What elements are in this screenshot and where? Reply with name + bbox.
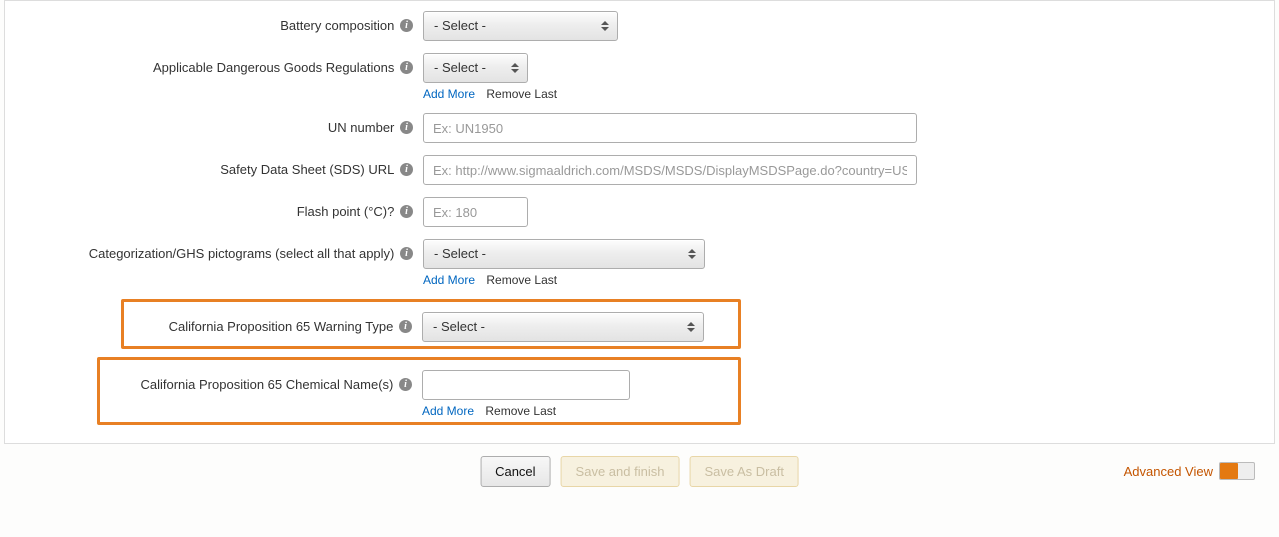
- highlight-prop65-chemical: California Proposition 65 Chemical Name(…: [97, 357, 741, 425]
- info-icon[interactable]: i: [400, 121, 413, 134]
- input-sds-url[interactable]: [423, 155, 917, 185]
- add-more-link[interactable]: Add More: [423, 273, 475, 287]
- sort-arrows-icon: [688, 249, 696, 259]
- input-prop65-chemical[interactable]: [422, 370, 630, 400]
- sort-arrows-icon: [687, 322, 695, 332]
- remove-last-link[interactable]: Remove Last: [486, 87, 557, 101]
- select-prop65-warning[interactable]: - Select -: [422, 312, 704, 342]
- remove-last-link[interactable]: Remove Last: [485, 404, 556, 418]
- select-battery-composition[interactable]: - Select -: [423, 11, 618, 41]
- row-prop65-chemical: California Proposition 65 Chemical Name(…: [100, 370, 738, 418]
- row-battery-composition: Battery composition i - Select -: [5, 11, 1274, 41]
- input-un-number[interactable]: [423, 113, 917, 143]
- info-icon[interactable]: i: [399, 378, 412, 391]
- save-and-finish-button[interactable]: Save and finish: [561, 456, 680, 487]
- label-sds-url: Safety Data Sheet (SDS) URL i: [5, 155, 419, 177]
- label-flash-point: Flash point (°C)? i: [5, 197, 419, 219]
- footer-bar: Cancel Save and finish Save As Draft Adv…: [0, 462, 1279, 480]
- sort-arrows-icon: [511, 63, 519, 73]
- row-sds-url: Safety Data Sheet (SDS) URL i: [5, 155, 1274, 185]
- label-un-number: UN number i: [5, 113, 419, 135]
- row-prop65-warning: California Proposition 65 Warning Type i…: [124, 312, 738, 342]
- label-prop65-chemical: California Proposition 65 Chemical Name(…: [100, 370, 418, 392]
- save-as-draft-button[interactable]: Save As Draft: [689, 456, 798, 487]
- info-icon[interactable]: i: [400, 205, 413, 218]
- advanced-view-toggle[interactable]: [1219, 462, 1255, 480]
- label-dangerous-goods: Applicable Dangerous Goods Regulations i: [5, 53, 419, 75]
- toggle-knob: [1220, 463, 1238, 479]
- info-icon[interactable]: i: [400, 19, 413, 32]
- compliance-form-panel: Battery composition i - Select - Applica…: [4, 0, 1275, 444]
- info-icon[interactable]: i: [400, 163, 413, 176]
- info-icon[interactable]: i: [400, 247, 413, 260]
- footer-buttons: Cancel Save and finish Save As Draft: [480, 456, 799, 487]
- select-dangerous-goods[interactable]: - Select -: [423, 53, 528, 83]
- add-more-link[interactable]: Add More: [422, 404, 474, 418]
- advanced-view-control: Advanced View: [1124, 462, 1255, 480]
- input-flash-point[interactable]: [423, 197, 528, 227]
- remove-last-link[interactable]: Remove Last: [486, 273, 557, 287]
- row-un-number: UN number i: [5, 113, 1274, 143]
- label-prop65-warning: California Proposition 65 Warning Type i: [124, 312, 418, 334]
- row-dangerous-goods: Applicable Dangerous Goods Regulations i…: [5, 53, 1274, 101]
- advanced-view-label: Advanced View: [1124, 464, 1213, 479]
- cancel-button[interactable]: Cancel: [480, 456, 550, 487]
- add-more-link[interactable]: Add More: [423, 87, 475, 101]
- row-ghs-pictograms: Categorization/GHS pictograms (select al…: [5, 239, 1274, 287]
- info-icon[interactable]: i: [400, 61, 413, 74]
- label-ghs-pictograms: Categorization/GHS pictograms (select al…: [5, 239, 419, 261]
- label-battery-composition: Battery composition i: [5, 11, 419, 33]
- info-icon[interactable]: i: [399, 320, 412, 333]
- sort-arrows-icon: [601, 21, 609, 31]
- highlight-prop65-warning: California Proposition 65 Warning Type i…: [121, 299, 741, 349]
- row-flash-point: Flash point (°C)? i: [5, 197, 1274, 227]
- select-ghs-pictograms[interactable]: - Select -: [423, 239, 705, 269]
